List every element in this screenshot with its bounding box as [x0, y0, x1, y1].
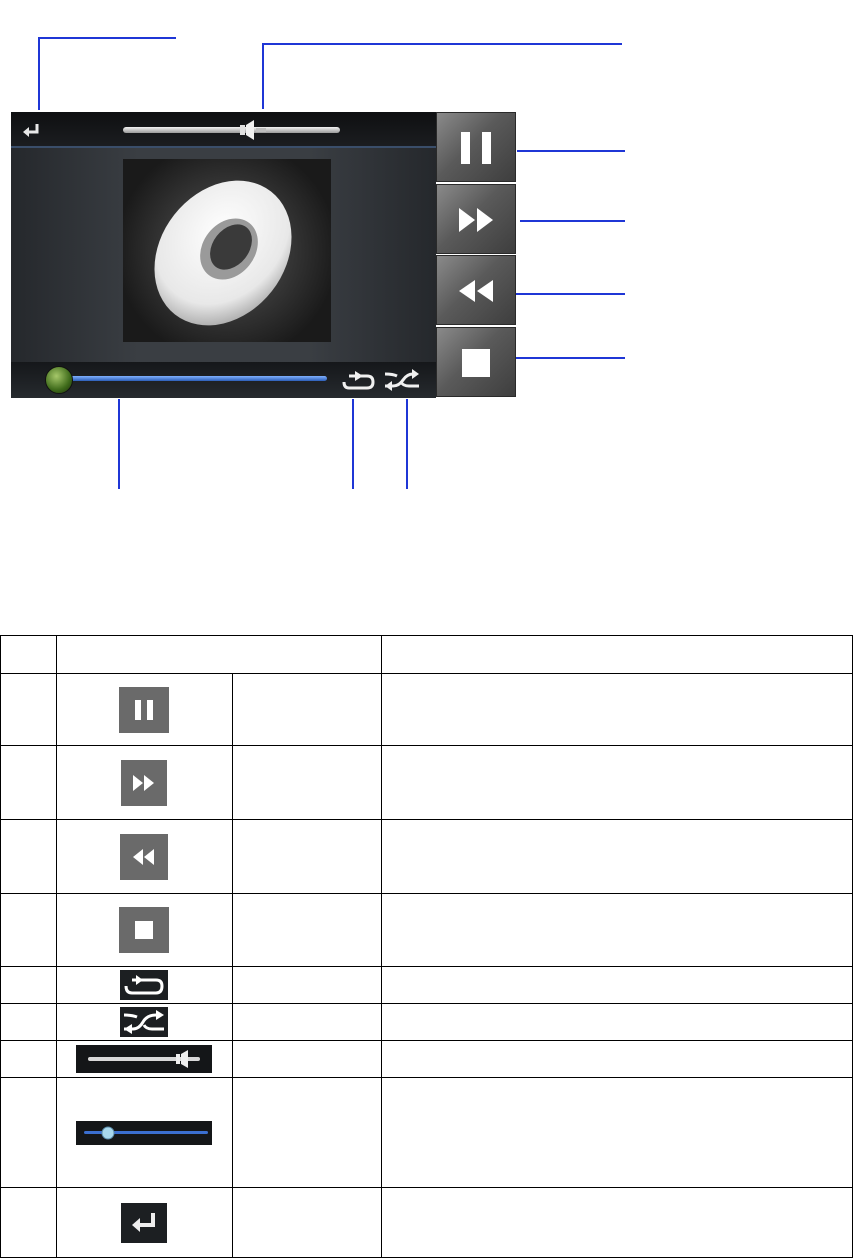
row-number [0, 1077, 57, 1188]
callout-back-h [38, 37, 176, 39]
row-description [380, 893, 853, 967]
row-name [231, 1077, 382, 1188]
legend-table [0, 635, 853, 1258]
row-description [380, 1187, 853, 1258]
callout-volume-h [262, 43, 622, 45]
header-icon [55, 635, 382, 674]
progress-slider-track[interactable] [61, 376, 327, 381]
callout-progress [118, 399, 120, 489]
row-name [231, 745, 382, 820]
row-number [0, 1040, 57, 1078]
row-description [380, 1040, 853, 1078]
back-arrow-icon [121, 1202, 168, 1243]
row-description [380, 745, 853, 820]
stop-button[interactable] [436, 327, 516, 397]
row-description [380, 1077, 853, 1188]
table-row [0, 1077, 853, 1188]
progress-slider-knob[interactable] [45, 366, 73, 394]
player-bottom-bar [11, 362, 436, 398]
row-icon-cell [55, 673, 233, 746]
repeat-icon[interactable] [341, 368, 377, 397]
table-row [0, 1003, 853, 1041]
row-name [231, 673, 382, 746]
row-number [0, 1003, 57, 1041]
progress-slider-icon [76, 1120, 213, 1145]
rewind-icon [120, 833, 169, 880]
row-description [380, 966, 853, 1004]
row-name [231, 966, 382, 1004]
table-row [0, 1187, 853, 1258]
fast-forward-icon [121, 759, 168, 806]
shuffle-icon[interactable] [383, 368, 421, 397]
table-row [0, 819, 853, 894]
row-icon-cell [55, 1003, 233, 1041]
row-icon-cell [55, 893, 233, 967]
row-number [0, 745, 57, 820]
pause-button[interactable] [436, 112, 516, 182]
table-row [0, 966, 853, 1004]
pause-icon [461, 132, 491, 164]
rewind-button[interactable] [436, 255, 516, 325]
callout-stop [516, 357, 625, 359]
volume-slider-track[interactable] [123, 127, 340, 133]
pause-icon [119, 686, 170, 733]
volume-slider-icon [76, 1045, 213, 1073]
fast-forward-icon [459, 208, 493, 232]
media-player-screen [11, 112, 436, 398]
disc-icon [154, 180, 292, 326]
row-icon-cell [55, 819, 233, 894]
callout-back-v [38, 37, 40, 110]
header-no [0, 635, 57, 674]
row-name [231, 1040, 382, 1078]
row-number [0, 819, 57, 894]
stop-icon [462, 349, 490, 377]
row-number [0, 1187, 57, 1258]
rewind-icon [459, 280, 493, 302]
row-name [231, 1187, 382, 1258]
album-art [123, 159, 331, 342]
row-description [380, 1003, 853, 1041]
row-description [380, 673, 853, 746]
repeat-icon [120, 970, 169, 1000]
row-icon-cell [55, 1077, 233, 1188]
shuffle-icon [120, 1007, 169, 1037]
callout-forward [520, 220, 625, 222]
callout-repeat [352, 399, 354, 489]
row-number [0, 966, 57, 1004]
stop-icon [119, 907, 170, 953]
header-description [380, 635, 853, 674]
row-icon-cell [55, 745, 233, 820]
callout-shuffle [406, 399, 408, 489]
table-row [0, 745, 853, 820]
table-header-row [0, 635, 853, 674]
row-number [0, 673, 57, 746]
back-arrow-icon[interactable] [21, 122, 43, 145]
row-icon-cell [55, 1040, 233, 1078]
callout-volume-v [262, 43, 264, 109]
row-description [380, 819, 853, 894]
table-row [0, 673, 853, 746]
row-name [231, 1003, 382, 1041]
row-number [0, 893, 57, 967]
fast-forward-button[interactable] [436, 184, 516, 254]
table-row [0, 893, 853, 967]
speaker-icon[interactable] [240, 120, 266, 145]
player-top-bar [11, 112, 436, 148]
row-name [231, 893, 382, 967]
table-row [0, 1040, 853, 1078]
callout-rewind [510, 293, 625, 295]
row-name [231, 819, 382, 894]
callout-pause [517, 150, 625, 152]
row-icon-cell [55, 966, 233, 1004]
row-icon-cell [55, 1187, 233, 1258]
